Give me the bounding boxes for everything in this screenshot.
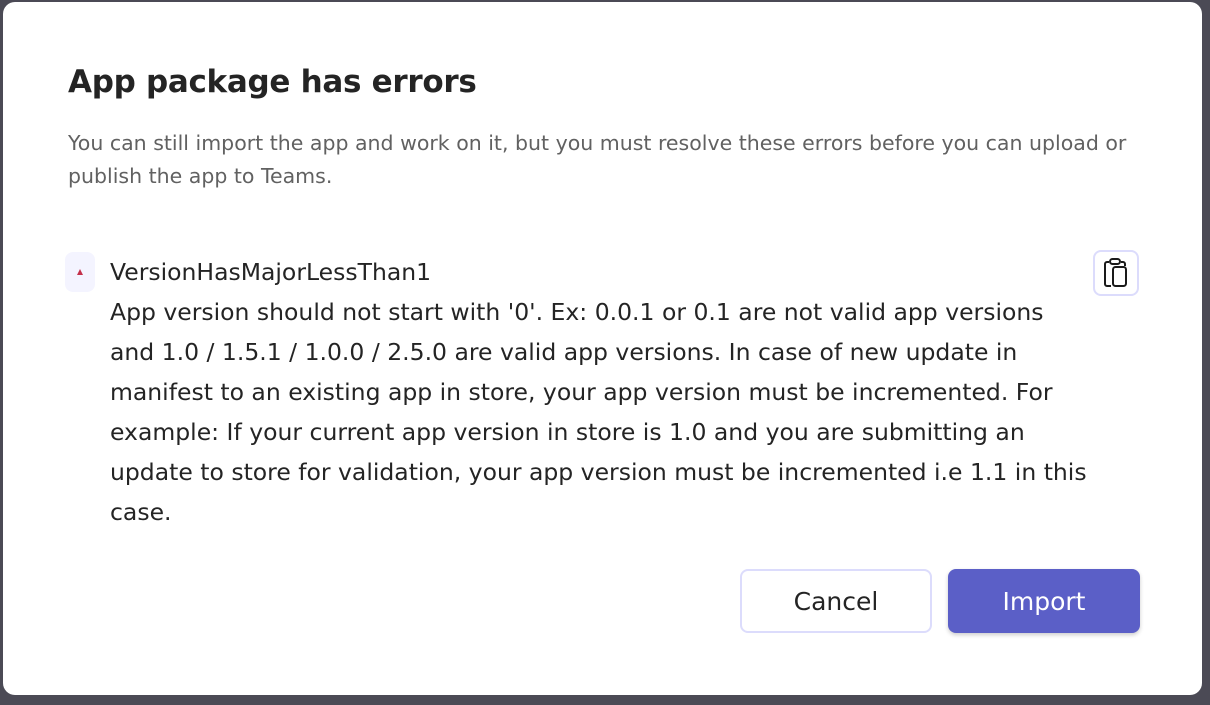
copy-button[interactable]: [1093, 250, 1139, 296]
warning-triangle-icon: [65, 252, 95, 292]
dialog-subtitle: You can still import the app and work on…: [68, 131, 1127, 188]
dialog-title: App package has errors: [68, 64, 477, 100]
error-message: App version should not start with '0'. E…: [110, 298, 1087, 526]
error-item: VersionHasMajorLessThan1 App version sho…: [110, 252, 1090, 532]
app-package-errors-dialog: App package has errors You can still imp…: [3, 2, 1202, 695]
error-code: VersionHasMajorLessThan1: [110, 258, 432, 286]
cancel-button[interactable]: Cancel: [740, 569, 932, 633]
copy-icon: [1104, 258, 1127, 287]
import-button[interactable]: Import: [948, 569, 1140, 633]
